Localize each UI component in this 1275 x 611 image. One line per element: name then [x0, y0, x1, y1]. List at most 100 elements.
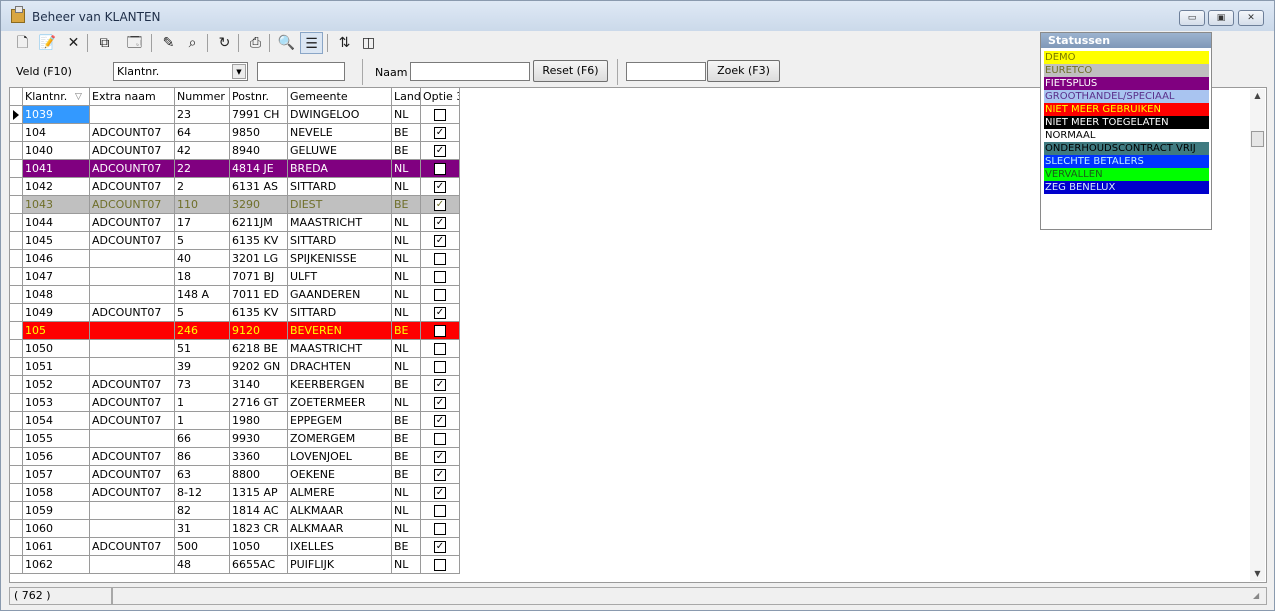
cell-land[interactable]: NL — [392, 178, 421, 196]
cell-nummer[interactable]: 40 — [175, 250, 230, 268]
cell-optie3[interactable]: ✓ — [421, 196, 460, 214]
cell-gemeente[interactable]: SPIJKENISSE — [288, 250, 392, 268]
checkbox-checked[interactable]: ✓ — [434, 163, 446, 175]
search-input[interactable] — [626, 62, 706, 81]
row-selector[interactable] — [10, 250, 23, 268]
chevron-down-icon[interactable]: ▼ — [232, 64, 246, 79]
cell-extra-naam[interactable]: ADCOUNT07 — [90, 178, 175, 196]
cell-optie3[interactable]: ✓ — [421, 214, 460, 232]
cell-nummer[interactable]: 5 — [175, 304, 230, 322]
cell-extra-naam[interactable] — [90, 250, 175, 268]
cell-extra-naam[interactable] — [90, 340, 175, 358]
checkbox-checked[interactable]: ✓ — [434, 415, 446, 427]
cell-nummer[interactable]: 82 — [175, 502, 230, 520]
cell-land[interactable]: BE — [392, 196, 421, 214]
cell-gemeente[interactable]: ALKMAAR — [288, 502, 392, 520]
cell-postnr[interactable]: 6211JM — [230, 214, 288, 232]
cell-land[interactable]: NL — [392, 250, 421, 268]
cell-postnr[interactable]: 3360 — [230, 448, 288, 466]
checkbox-unchecked[interactable] — [434, 253, 446, 265]
cell-klantnr[interactable]: 105 — [23, 322, 90, 340]
row-selector[interactable] — [10, 340, 23, 358]
cell-extra-naam[interactable] — [90, 430, 175, 448]
cell-postnr[interactable]: 3290 — [230, 196, 288, 214]
delete-icon[interactable]: ✕ — [62, 32, 85, 54]
cell-klantnr[interactable]: 1057 — [23, 466, 90, 484]
cell-postnr[interactable]: 7991 CH — [230, 106, 288, 124]
cell-nummer[interactable]: 66 — [175, 430, 230, 448]
cell-gemeente[interactable]: SITTARD — [288, 232, 392, 250]
checkbox-unchecked[interactable] — [434, 109, 446, 121]
new-icon[interactable]: 🗋 — [11, 32, 34, 54]
cell-optie3[interactable] — [421, 268, 460, 286]
cell-postnr[interactable]: 7011 ED — [230, 286, 288, 304]
cell-nummer[interactable]: 17 — [175, 214, 230, 232]
cell-klantnr[interactable]: 1050 — [23, 340, 90, 358]
checkbox-unchecked[interactable] — [434, 343, 446, 355]
cell-klantnr[interactable]: 1060 — [23, 520, 90, 538]
cell-extra-naam[interactable]: ADCOUNT07 — [90, 304, 175, 322]
column-header-land[interactable]: Land — [392, 88, 421, 106]
checkbox-checked[interactable]: ✓ — [434, 487, 446, 499]
row-selector[interactable] — [10, 142, 23, 160]
cell-gemeente[interactable]: GAANDEREN — [288, 286, 392, 304]
cell-postnr[interactable]: 8800 — [230, 466, 288, 484]
checkbox-checked[interactable]: ✓ — [434, 307, 446, 319]
cell-land[interactable]: BE — [392, 412, 421, 430]
cell-optie3[interactable]: ✓ — [421, 304, 460, 322]
column-header-klantnr[interactable]: Klantnr. ▽ — [23, 88, 90, 106]
row-selector[interactable] — [10, 556, 23, 574]
cell-nummer[interactable]: 8-12 — [175, 484, 230, 502]
cell-postnr[interactable]: 7071 BJ — [230, 268, 288, 286]
name-input[interactable] — [410, 62, 530, 81]
list-view-icon[interactable]: ☰ — [300, 32, 323, 54]
cell-klantnr[interactable]: 1048 — [23, 286, 90, 304]
vertical-scrollbar[interactable]: ▲ ▼ — [1250, 89, 1265, 581]
row-selector[interactable] — [10, 124, 23, 142]
row-selector[interactable] — [10, 232, 23, 250]
row-selector[interactable] — [10, 448, 23, 466]
column-header-gemeente[interactable]: Gemeente — [288, 88, 392, 106]
row-selector[interactable] — [10, 106, 23, 124]
column-header-postnr[interactable]: Postnr. — [230, 88, 288, 106]
cell-klantnr[interactable]: 1046 — [23, 250, 90, 268]
cell-klantnr[interactable]: 1049 — [23, 304, 90, 322]
copy-icon[interactable]: ⧉ — [93, 32, 116, 54]
cell-postnr[interactable]: 6218 BE — [230, 340, 288, 358]
filter-pencil-icon[interactable]: ✎ — [157, 32, 180, 54]
close-button[interactable]: ✕ — [1238, 10, 1264, 26]
cell-klantnr[interactable]: 1058 — [23, 484, 90, 502]
row-selector[interactable] — [10, 322, 23, 340]
cell-nummer[interactable]: 246 — [175, 322, 230, 340]
cell-extra-naam[interactable]: ADCOUNT07 — [90, 142, 175, 160]
find-icon[interactable]: 🔍 — [275, 32, 298, 54]
checkbox-checked[interactable]: ✓ — [434, 199, 446, 211]
row-selector[interactable] — [10, 214, 23, 232]
scroll-thumb[interactable] — [1251, 131, 1264, 147]
row-selector[interactable] — [10, 484, 23, 502]
cell-extra-naam[interactable] — [90, 268, 175, 286]
cell-klantnr[interactable]: 1056 — [23, 448, 90, 466]
cell-land[interactable]: NL — [392, 502, 421, 520]
cell-optie3[interactable] — [421, 106, 460, 124]
cell-optie3[interactable]: ✓ — [421, 142, 460, 160]
cell-nummer[interactable]: 5 — [175, 232, 230, 250]
cell-postnr[interactable]: 6131 AS — [230, 178, 288, 196]
cell-optie3[interactable] — [421, 502, 460, 520]
cell-gemeente[interactable]: PUIFLIJK — [288, 556, 392, 574]
cell-postnr[interactable]: 1980 — [230, 412, 288, 430]
row-selector[interactable] — [10, 160, 23, 178]
cell-gemeente[interactable]: MAASTRICHT — [288, 214, 392, 232]
cell-land[interactable]: BE — [392, 448, 421, 466]
cell-nummer[interactable]: 39 — [175, 358, 230, 376]
cell-klantnr[interactable]: 1059 — [23, 502, 90, 520]
cell-gemeente[interactable]: SITTARD — [288, 304, 392, 322]
cell-extra-naam[interactable] — [90, 286, 175, 304]
cell-extra-naam[interactable]: ADCOUNT07 — [90, 124, 175, 142]
checkbox-unchecked[interactable] — [434, 325, 446, 337]
cell-land[interactable]: BE — [392, 376, 421, 394]
checkbox-checked[interactable]: ✓ — [434, 217, 446, 229]
checkbox-checked[interactable]: ✓ — [434, 541, 446, 553]
checkbox-checked[interactable]: ✓ — [434, 379, 446, 391]
cell-extra-naam[interactable]: ADCOUNT07 — [90, 412, 175, 430]
